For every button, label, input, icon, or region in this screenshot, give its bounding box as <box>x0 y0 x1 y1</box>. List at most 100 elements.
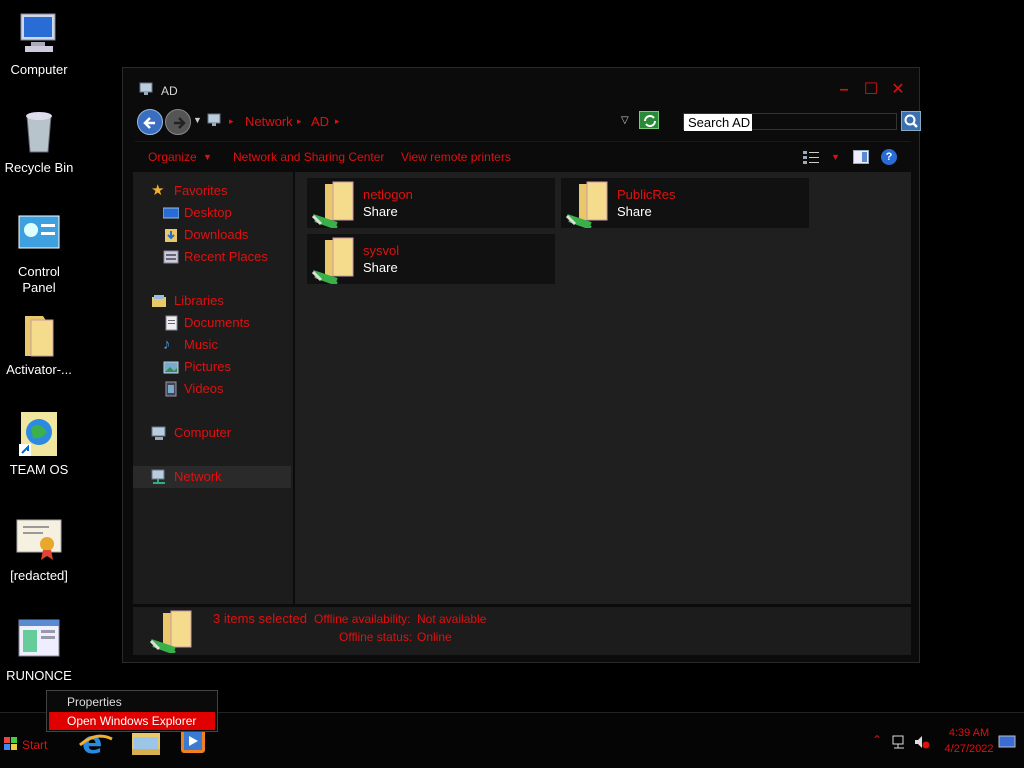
shared-folder-icon <box>565 181 608 228</box>
breadcrumb-network[interactable]: Network <box>245 114 293 129</box>
control-panel-icon <box>15 212 63 260</box>
star-icon: ★ <box>151 182 165 199</box>
minimize-button[interactable]: – <box>833 80 855 100</box>
folder-icon <box>15 310 63 358</box>
desktop-icon-computer[interactable]: Computer <box>0 10 78 78</box>
context-menu: Properties Open Windows Explorer <box>46 690 218 732</box>
nav-music[interactable]: ♪ Music <box>133 334 291 356</box>
recycle-bin-icon <box>15 108 63 156</box>
title-bar[interactable]: AD – ☐ ✕ <box>123 68 919 104</box>
pictures-icon <box>163 359 179 375</box>
nav-network[interactable]: Network <box>133 466 291 488</box>
desktop-icon-label: Computer <box>10 62 68 77</box>
network-computer-icon <box>139 82 155 96</box>
nav-libraries[interactable]: Libraries <box>133 290 291 312</box>
shared-folder-icon <box>311 181 354 228</box>
content-pane: netlogon Share PublicRes Share sysvol Sh… <box>295 172 911 604</box>
nav-documents[interactable]: Documents <box>133 312 291 334</box>
shared-folder-large-icon <box>149 610 192 653</box>
view-options-icon[interactable] <box>803 150 819 167</box>
breadcrumb-separator[interactable]: ▸ <box>229 116 234 127</box>
desktop-icon-label: [redacted] <box>10 568 68 583</box>
back-arrow-icon <box>143 117 155 129</box>
help-icon[interactable]: ? <box>881 149 897 165</box>
show-desktop-icon[interactable] <box>998 735 1016 752</box>
share-item-netlogon[interactable]: netlogon Share <box>307 178 555 228</box>
desktop-icon-recycle-bin[interactable]: Recycle Bin <box>0 108 78 176</box>
view-remote-printers-button[interactable]: View remote printers <box>401 150 511 164</box>
network-tray-icon[interactable] <box>892 735 906 752</box>
share-name: PublicRes <box>617 187 676 202</box>
close-button[interactable]: ✕ <box>887 80 909 100</box>
volume-muted-icon[interactable] <box>914 735 930 752</box>
downloads-icon <box>163 227 179 243</box>
nav-desktop[interactable]: Desktop <box>133 202 291 224</box>
windows-logo-icon <box>4 737 17 750</box>
desktop-icon-label: TEAM OS <box>9 462 69 477</box>
share-name: netlogon <box>363 187 413 202</box>
network-icon <box>151 469 167 485</box>
recent-places-icon <box>163 249 179 265</box>
navigation-pane: ★ Favorites Desktop Downloads Recent Pla… <box>133 172 293 604</box>
desktop-icon-activator[interactable]: Activator-... <box>0 310 78 378</box>
start-label: Start <box>22 738 48 752</box>
view-dropdown-icon[interactable]: ▼ <box>831 152 840 162</box>
share-item-publicres[interactable]: PublicRes Share <box>561 178 809 228</box>
libraries-icon <box>151 293 167 309</box>
nav-computer[interactable]: Computer <box>133 422 291 444</box>
computer-small-icon <box>151 425 167 441</box>
refresh-button[interactable] <box>639 111 659 129</box>
address-dropdown[interactable]: ▽ <box>621 115 629 126</box>
desktop-icon-certificate[interactable]: [redacted] <box>0 516 78 584</box>
selection-count: 3 items selected <box>213 611 307 626</box>
search-input[interactable] <box>684 114 752 131</box>
desktop-icon-label: Recycle Bin <box>4 160 74 175</box>
globe-shortcut-icon <box>15 410 63 458</box>
preview-pane-icon[interactable] <box>853 150 869 167</box>
desktop-icon-team-os[interactable]: TEAM OS <box>0 410 78 478</box>
offline-availability-value: Not available <box>417 612 487 626</box>
forward-arrow-icon <box>174 117 186 129</box>
details-pane: 3 items selected Offline availability: N… <box>133 607 911 655</box>
organize-chevron-icon[interactable]: ▼ <box>203 152 212 162</box>
nav-favorites[interactable]: ★ Favorites <box>133 180 291 202</box>
back-button[interactable] <box>137 109 163 135</box>
desktop-icon-runonce[interactable]: RUNONCE <box>0 616 78 684</box>
network-sharing-center-button[interactable]: Network and Sharing Center <box>233 150 384 164</box>
shared-folder-icon <box>311 237 354 284</box>
search-button[interactable] <box>901 111 921 131</box>
share-item-sysvol[interactable]: sysvol Share <box>307 234 555 284</box>
organize-button[interactable]: Organize <box>148 150 197 164</box>
breadcrumb-separator[interactable]: ▸ <box>297 116 302 127</box>
nav-recent-places[interactable]: Recent Places <box>133 246 291 268</box>
nav-downloads[interactable]: Downloads <box>133 224 291 246</box>
desktop-icon <box>162 205 180 221</box>
share-type: Share <box>363 204 398 219</box>
videos-icon <box>163 381 179 397</box>
address-bar: ▼ ▸ Network ▸ AD ▸ ▽ <box>135 106 921 136</box>
clock-date[interactable]: 4/27/2022 <box>940 743 998 755</box>
clock-time[interactable]: 4:39 AM <box>944 727 994 739</box>
forward-button[interactable] <box>165 109 191 135</box>
nav-videos[interactable]: Videos <box>133 378 291 400</box>
computer-icon <box>15 10 63 58</box>
breadcrumb-ad[interactable]: AD <box>311 114 329 129</box>
show-hidden-icons-chevron-icon[interactable]: ⌃ <box>872 733 882 747</box>
refresh-icon <box>644 115 656 127</box>
desktop-icon-control-panel[interactable]: Control Panel <box>0 212 78 296</box>
maximize-button[interactable]: ☐ <box>860 80 882 100</box>
recent-pages-dropdown[interactable]: ▼ <box>193 115 202 125</box>
explorer-window: AD – ☐ ✕ ▼ ▸ Network ▸ AD ▸ ▽ Organize <box>122 67 921 663</box>
nav-pictures[interactable]: Pictures <box>133 356 291 378</box>
desktop-icon-label: RUNONCE <box>6 668 72 683</box>
menu-item-properties[interactable]: Properties <box>49 693 215 711</box>
documents-icon <box>163 315 179 331</box>
breadcrumb-separator[interactable]: ▸ <box>335 116 340 127</box>
desktop-icon-label: Activator-... <box>6 362 72 377</box>
certificate-icon <box>15 516 63 564</box>
window-title: AD <box>161 84 178 98</box>
offline-status-label: Offline status: <box>339 630 413 644</box>
search-box <box>683 113 897 131</box>
menu-item-open-windows-explorer[interactable]: Open Windows Explorer <box>49 712 215 730</box>
command-bar: Organize ▼ Network and Sharing Center Vi… <box>135 141 911 169</box>
